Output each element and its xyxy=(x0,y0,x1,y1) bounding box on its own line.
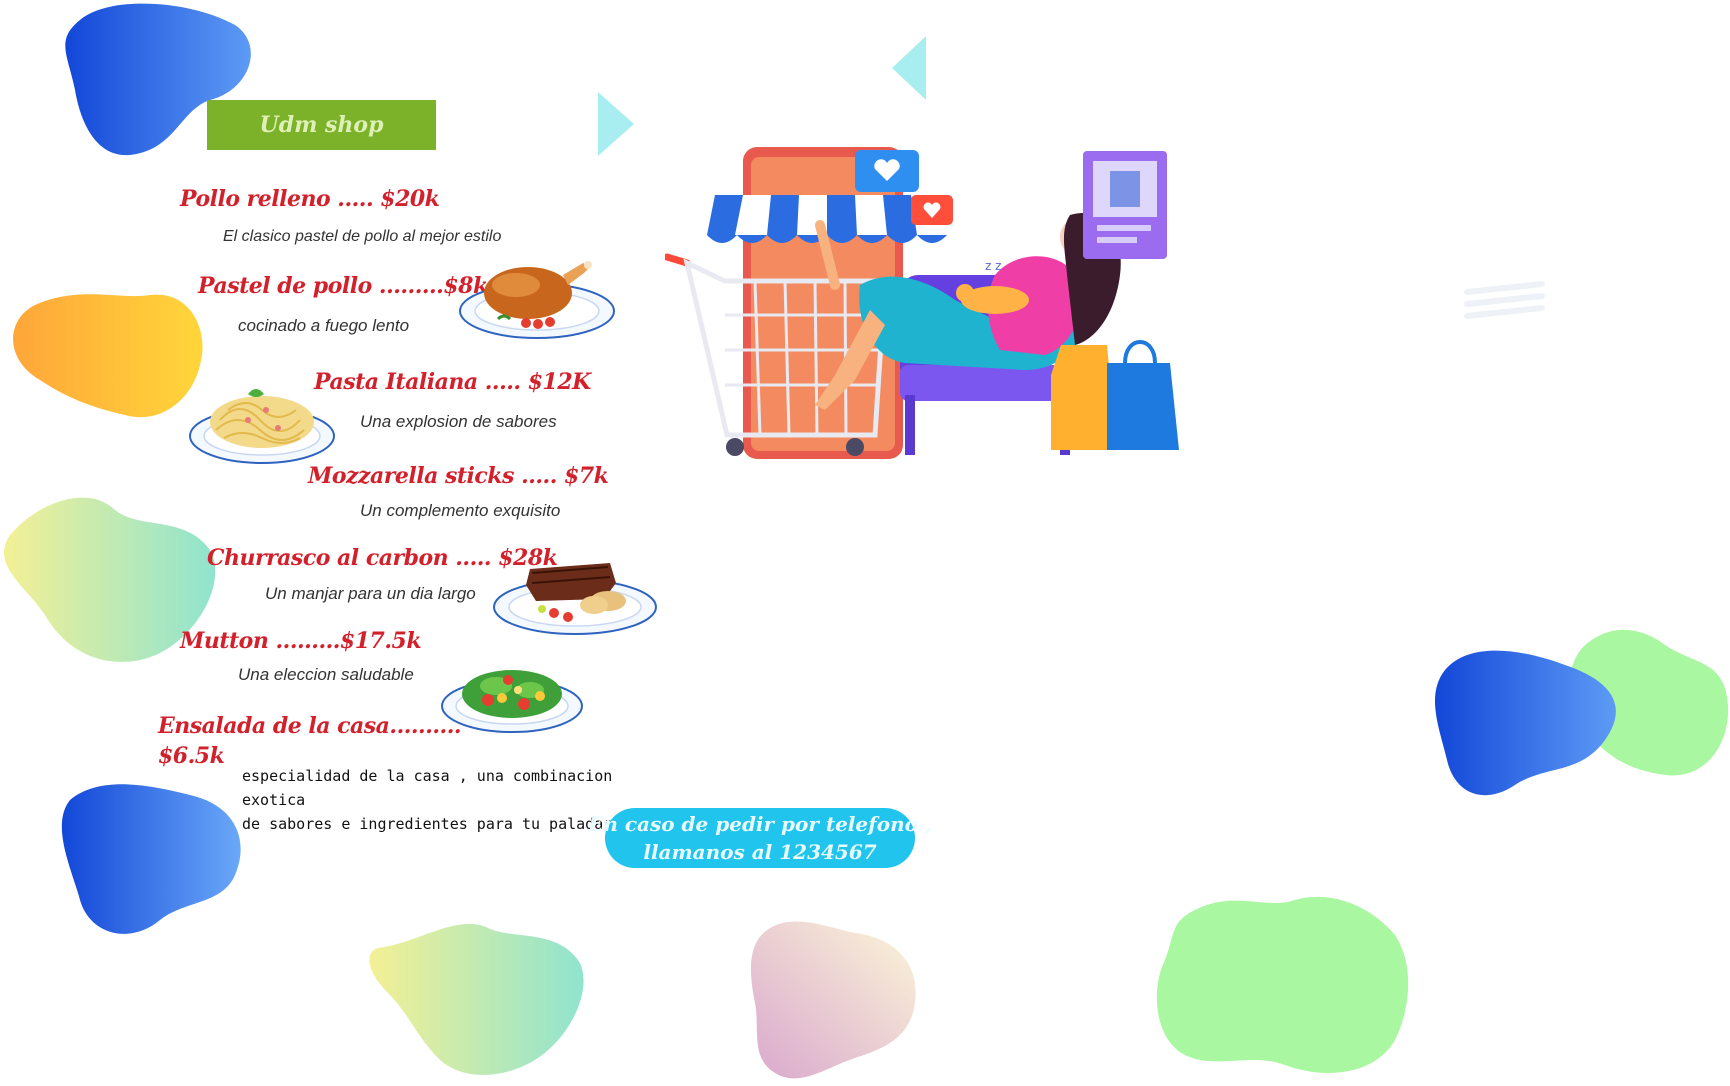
dish-title-mutton: Mutton .........$17.5k xyxy=(180,628,422,654)
back-triangle-icon xyxy=(892,36,926,100)
phone-order-line2: llamanos al 1234567 xyxy=(643,840,877,864)
dish-title-ensalada-line1: Ensalada de la casa.......... xyxy=(158,713,462,739)
steak-plate-icon xyxy=(493,563,657,635)
decorative-blob-orange xyxy=(13,294,203,418)
salad-plate-icon xyxy=(441,670,583,733)
dish-description-churrasco: Un manjar para un dia largo xyxy=(265,584,476,603)
decorative-stripes xyxy=(1464,281,1545,319)
spaghetti-plate-icon xyxy=(189,389,335,464)
dish-title-pasta-italiana: Pasta Italiana ..... $12K xyxy=(314,369,591,395)
dish-description-pasta-italiana: Una explosion de sabores xyxy=(360,412,557,431)
dish-title-mozzarella-sticks: Mozzarella sticks ..... $7k xyxy=(308,463,609,489)
decorative-blob-green-bottom xyxy=(1156,896,1409,1073)
shop-name-badge: Udm shop xyxy=(207,100,436,150)
dish-description-pastel-de-pollo: cocinado a fuego lento xyxy=(238,316,410,335)
dish-title-pollo-relleno: Pollo relleno ..... $20k xyxy=(180,186,440,212)
decorative-blob-pink xyxy=(750,921,916,1079)
svg-text:z z: z z xyxy=(985,259,1001,273)
dish-description-ensalada-line3: de sabores e ingredientes para tu palada… xyxy=(242,815,613,833)
shop-name: Udm shop xyxy=(259,112,384,138)
dish-description-mutton: Una eleccion saludable xyxy=(238,665,414,684)
phone-order-line1: En caso de pedir por telefono , xyxy=(588,812,932,836)
decorative-blob-teal-yellow-bottom xyxy=(369,923,584,1075)
play-triangle-icon xyxy=(598,92,634,156)
decorative-blob-blue-right xyxy=(1435,650,1616,796)
dish-description-mozzarella-sticks: Un complemento exquisito xyxy=(360,501,561,520)
dish-description-ensalada-line1: especialidad de la casa , una combinacio… xyxy=(242,767,613,785)
phone-order-banner: En caso de pedir por telefono , llamanos… xyxy=(588,808,932,868)
dish-title-ensalada-line2: $6.5k xyxy=(158,743,225,769)
dish-description-pollo-relleno: El clasico pastel de pollo al mejor esti… xyxy=(223,228,502,245)
dish-title-pastel-de-pollo: Pastel de pollo .........$8k xyxy=(198,273,488,299)
online-shopping-illustration: z z xyxy=(665,147,1179,459)
roast-chicken-plate-icon xyxy=(459,261,615,339)
dish-description-ensalada: especialidad de la casa , una combinacio… xyxy=(242,764,612,836)
dish-description-ensalada-line2: exotica xyxy=(242,791,306,809)
decorative-blob-blue-bottom-left xyxy=(61,784,241,934)
